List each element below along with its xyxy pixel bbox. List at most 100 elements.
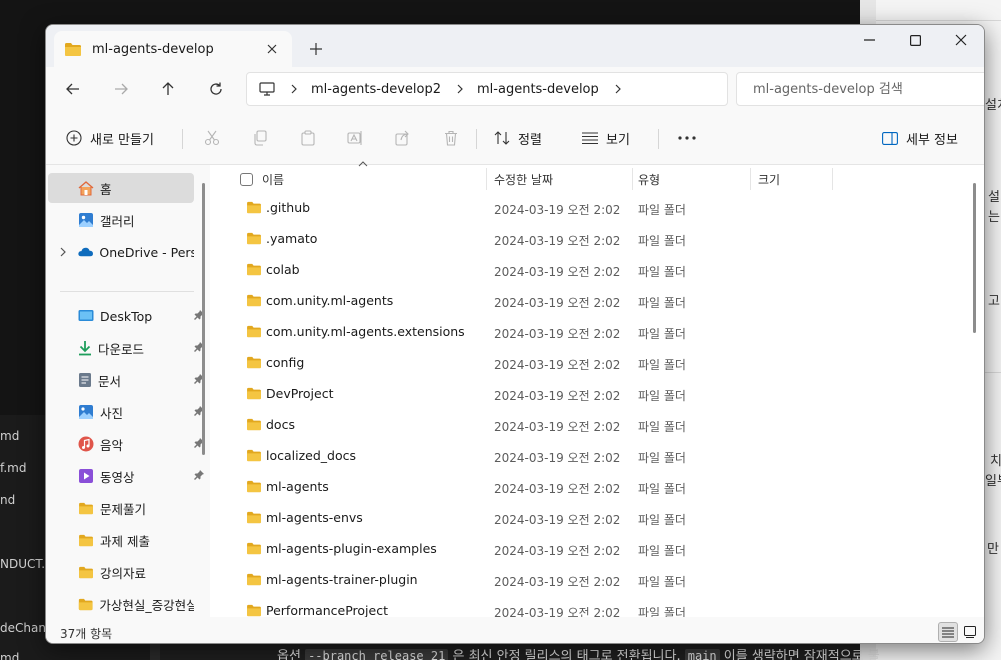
- expand-chevron-icon[interactable]: [60, 247, 66, 257]
- details-view-icon[interactable]: [938, 622, 958, 642]
- chevron-right-icon[interactable]: [457, 84, 463, 94]
- sidebar-item-gallery[interactable]: 갤러리: [48, 205, 194, 235]
- file-type: 파일 폴더: [638, 358, 686, 372]
- close-window-icon[interactable]: [938, 25, 984, 55]
- new-tab-icon[interactable]: [304, 37, 328, 61]
- rename-icon[interactable]: [344, 127, 366, 149]
- sidebar-item-pictures[interactable]: 사진: [48, 397, 204, 427]
- sidebar-item-onedrive[interactable]: OneDrive - Persor: [48, 237, 194, 267]
- breadcrumb-item[interactable]: ml-agents-develop: [477, 82, 599, 97]
- navigation-pane: 홈 갤러리 OneDrive - Persor DeskTop 다운로드: [46, 165, 210, 617]
- file-modified-date: 2024-03-19 오전 2:02: [494, 420, 621, 434]
- background-file[interactable]: f.md: [0, 461, 26, 475]
- copy-icon[interactable]: [249, 127, 271, 149]
- table-row[interactable]: .github 2024-03-19 오전 2:02 파일 폴더: [214, 193, 974, 224]
- file-name: config: [266, 355, 305, 370]
- sidebar-item-folder[interactable]: 과제 제출: [48, 525, 194, 555]
- view-button[interactable]: 보기: [582, 123, 630, 153]
- back-arrow-icon[interactable]: [57, 75, 89, 103]
- sidebar-item-folder[interactable]: 강의자료: [48, 557, 194, 587]
- column-header-type[interactable]: 유형: [638, 165, 660, 193]
- background-text: 설치: [985, 98, 1001, 113]
- folder-icon: [246, 449, 262, 462]
- details-pane-button[interactable]: 세부 정보: [882, 123, 958, 153]
- up-arrow-icon[interactable]: [152, 75, 184, 103]
- sidebar-scrollbar[interactable]: [202, 183, 205, 455]
- file-name: .github: [266, 200, 311, 215]
- onedrive-icon: [78, 247, 93, 257]
- table-row[interactable]: ml-agents-plugin-examples 2024-03-19 오전 2…: [214, 534, 974, 565]
- sidebar-item-label: 과제 제출: [100, 533, 150, 549]
- table-row[interactable]: ml-agents-envs 2024-03-19 오전 2:02 파일 폴더: [214, 503, 974, 534]
- column-divider[interactable]: [832, 168, 833, 190]
- sidebar-item-downloads[interactable]: 다운로드: [48, 333, 204, 363]
- tab-ml-agents-develop[interactable]: ml-agents-develop: [54, 31, 292, 67]
- sidebar-item-documents[interactable]: 문서: [48, 365, 204, 395]
- sidebar-item-label: 문제풀기: [100, 501, 147, 517]
- more-options-icon[interactable]: [676, 127, 698, 149]
- background-file[interactable]: nd: [0, 493, 15, 507]
- search-input[interactable]: [736, 72, 984, 106]
- sort-button[interactable]: 정렬: [494, 123, 542, 153]
- table-row[interactable]: DevProject 2024-03-19 오전 2:02 파일 폴더: [214, 379, 974, 410]
- table-row[interactable]: .yamato 2024-03-19 오전 2:02 파일 폴더: [214, 224, 974, 255]
- table-row[interactable]: config 2024-03-19 오전 2:02 파일 폴더: [214, 348, 974, 379]
- computer-icon[interactable]: [259, 82, 275, 96]
- file-list-scrollbar[interactable]: [973, 183, 976, 333]
- sidebar-item-home[interactable]: 홈: [48, 173, 194, 203]
- column-divider[interactable]: [750, 168, 751, 190]
- column-divider[interactable]: [632, 168, 633, 190]
- chevron-right-icon[interactable]: [291, 84, 297, 94]
- table-row[interactable]: ml-agents 2024-03-19 오전 2:02 파일 폴더: [214, 472, 974, 503]
- details-pane-label: 세부 정보: [906, 132, 958, 148]
- forward-arrow-icon[interactable]: [105, 75, 137, 103]
- table-row[interactable]: com.unity.ml-agents.extensions 2024-03-19…: [214, 317, 974, 348]
- background-file[interactable]: md: [0, 429, 19, 443]
- column-header-modified[interactable]: 수정한 날짜: [494, 165, 553, 193]
- column-divider[interactable]: [486, 168, 487, 190]
- breadcrumb-item[interactable]: ml-agents-develop2: [311, 82, 441, 97]
- pictures-icon: [79, 405, 93, 419]
- address-bar[interactable]: ml-agents-develop2 ml-agents-develop: [246, 72, 728, 106]
- title-bar[interactable]: ml-agents-develop: [46, 25, 984, 67]
- sidebar-item-label: 문서: [98, 373, 122, 389]
- sidebar-item-label: 강의자료: [100, 565, 147, 581]
- folder-icon: [246, 418, 262, 431]
- select-all-checkbox[interactable]: [240, 173, 253, 186]
- folder-icon: [246, 201, 262, 214]
- background-file[interactable]: NDUCT.r: [0, 557, 50, 571]
- background-file[interactable]: deChan: [0, 621, 46, 635]
- minimize-icon[interactable]: [846, 25, 892, 55]
- content-area: 홈 갤러리 OneDrive - Persor DeskTop 다운로드: [46, 161, 984, 620]
- table-row[interactable]: docs 2024-03-19 오전 2:02 파일 폴더: [214, 410, 974, 441]
- file-name: DevProject: [266, 386, 334, 401]
- sidebar-item-folder[interactable]: 가상현실_증강현실: [48, 589, 194, 617]
- background-file[interactable]: md: [0, 651, 19, 660]
- paste-icon[interactable]: [297, 127, 319, 149]
- share-icon[interactable]: [392, 127, 414, 149]
- chevron-right-icon[interactable]: [615, 84, 621, 94]
- column-header-size[interactable]: 크기: [758, 165, 780, 193]
- sidebar-item-music[interactable]: 음악: [48, 429, 204, 459]
- sidebar-item-desktop[interactable]: DeskTop: [48, 301, 204, 331]
- close-tab-icon[interactable]: [262, 39, 282, 59]
- sidebar-item-label: DeskTop: [100, 308, 153, 324]
- folder-icon: [246, 542, 262, 555]
- column-header-name[interactable]: 이름: [262, 165, 284, 193]
- file-name: .yamato: [266, 231, 318, 246]
- pin-icon[interactable]: [194, 470, 204, 480]
- refresh-icon[interactable]: [200, 75, 232, 103]
- sidebar-item-videos[interactable]: 동영상: [48, 461, 204, 491]
- file-name: ml-agents-plugin-examples: [266, 541, 437, 556]
- tiles-view-icon[interactable]: [960, 622, 980, 642]
- sidebar-item-label: 동영상: [100, 469, 135, 485]
- table-row[interactable]: com.unity.ml-agents 2024-03-19 오전 2:02 파일 …: [214, 286, 974, 317]
- delete-icon[interactable]: [440, 127, 462, 149]
- table-row[interactable]: localized_docs 2024-03-19 오전 2:02 파일 폴더: [214, 441, 974, 472]
- maximize-icon[interactable]: [892, 25, 938, 55]
- cut-icon[interactable]: [201, 127, 223, 149]
- sidebar-item-folder[interactable]: 문제풀기: [48, 493, 194, 523]
- table-row[interactable]: ml-agents-trainer-plugin 2024-03-19 오전 2:…: [214, 565, 974, 596]
- new-button[interactable]: 새로 만들기: [66, 123, 154, 153]
- table-row[interactable]: colab 2024-03-19 오전 2:02 파일 폴더: [214, 255, 974, 286]
